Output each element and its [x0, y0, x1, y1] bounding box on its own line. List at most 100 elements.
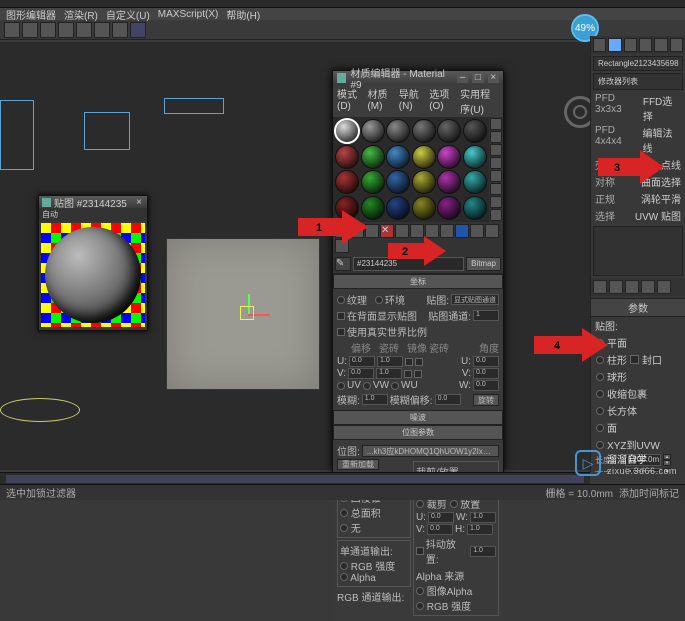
material-slot[interactable]: [437, 119, 461, 143]
modifier-item[interactable]: UVW 贴图: [635, 208, 681, 223]
material-slot[interactable]: [412, 145, 436, 169]
material-slot[interactable]: [437, 145, 461, 169]
u-offset-spinner[interactable]: 0.0: [349, 356, 375, 367]
modifier-item[interactable]: FFD选择: [643, 93, 681, 123]
jitter-checkbox[interactable]: [416, 547, 424, 555]
menu-item[interactable]: 模式(D): [337, 86, 361, 116]
material-slot[interactable]: [463, 145, 487, 169]
blur-offset-spinner[interactable]: 0.0: [435, 394, 461, 405]
v-tile-checkbox[interactable]: [414, 370, 422, 378]
place-radio[interactable]: [450, 500, 458, 508]
axis-xy-handle[interactable]: [240, 306, 254, 320]
material-slot[interactable]: [386, 196, 410, 220]
maptype-radio[interactable]: [596, 407, 604, 415]
material-slot[interactable]: [412, 196, 436, 220]
material-slot[interactable]: [386, 119, 410, 143]
mapping-dropdown[interactable]: 显式贴图通道: [451, 294, 499, 305]
sample-type-icon[interactable]: [490, 118, 502, 130]
menu-item[interactable]: 自定义(U): [106, 7, 150, 22]
go-to-parent-icon[interactable]: [485, 224, 499, 238]
material-type-button[interactable]: Bitmap: [466, 257, 501, 271]
mono-alpha-radio[interactable]: [340, 573, 348, 581]
material-slot[interactable]: [463, 119, 487, 143]
modify-tab-icon[interactable]: [608, 38, 621, 52]
u-mirror-checkbox[interactable]: [405, 358, 413, 366]
modifier-stack[interactable]: [593, 226, 683, 276]
move-gizmo[interactable]: [230, 294, 270, 334]
menu-item[interactable]: 图形编辑器: [6, 7, 56, 22]
preview-icon[interactable]: [490, 183, 502, 195]
sample-uv-icon[interactable]: [490, 157, 502, 169]
maptype-radio[interactable]: [596, 373, 604, 381]
object-wireframe[interactable]: [84, 112, 130, 150]
modifier-item[interactable]: PFD 3x3x3: [595, 93, 643, 123]
cap-checkbox[interactable]: [630, 355, 639, 364]
menu-item[interactable]: 导航(N): [399, 86, 423, 116]
material-slot[interactable]: [335, 170, 359, 194]
v-offset-spinner[interactable]: 0.0: [348, 368, 374, 379]
texture-radio[interactable]: [337, 296, 345, 304]
object-wireframe[interactable]: [164, 98, 224, 114]
toolbar-button[interactable]: [94, 22, 110, 38]
material-slot[interactable]: [437, 170, 461, 194]
reload-button[interactable]: 重新加载: [337, 459, 379, 470]
pin-stack-icon[interactable]: [593, 280, 607, 294]
wu-radio[interactable]: [391, 382, 399, 390]
modifier-item[interactable]: 选择: [595, 208, 615, 223]
vw-radio[interactable]: [363, 382, 371, 390]
blur-spinner[interactable]: 1.0: [362, 394, 388, 405]
material-editor-menubar[interactable]: 模式(D) 材质(M) 导航(N) 选项(O) 实用程序(U): [333, 85, 503, 117]
material-editor-window[interactable]: 材质编辑器 - Material #9 – □ × 模式(D) 材质(M) 导航…: [332, 70, 504, 472]
menu-item[interactable]: 帮助(H): [226, 7, 260, 22]
object-wireframe[interactable]: [0, 398, 80, 422]
window-titlebar[interactable]: 材质编辑器 - Material #9 – □ ×: [333, 71, 503, 85]
crop-radio[interactable]: [416, 500, 424, 508]
alpha-rgb-radio[interactable]: [416, 602, 424, 610]
alpha-image-radio[interactable]: [416, 587, 424, 595]
v-angle-spinner[interactable]: 0.0: [473, 368, 499, 379]
material-slot[interactable]: [412, 170, 436, 194]
material-slot[interactable]: [412, 119, 436, 143]
time-slider[interactable]: [0, 472, 590, 484]
display-tab-icon[interactable]: [654, 38, 667, 52]
u-angle-spinner[interactable]: 0.0: [473, 356, 499, 367]
material-slot[interactable]: [335, 119, 359, 143]
material-slot[interactable]: [361, 170, 385, 194]
toolbar-button[interactable]: [40, 22, 56, 38]
close-icon[interactable]: ×: [488, 73, 499, 83]
create-tab-icon[interactable]: [593, 38, 606, 52]
hierarchy-tab-icon[interactable]: [624, 38, 637, 52]
object-name-field[interactable]: Rectangle2123435698: [593, 56, 683, 71]
menu-item[interactable]: 实用程序(U): [460, 86, 499, 116]
bitmap-preview-window[interactable]: 贴图 #23144235 × 自动: [38, 195, 148, 331]
show-result-icon[interactable]: [609, 280, 623, 294]
rollout-noise[interactable]: 噪波: [333, 410, 503, 425]
filter-sat-radio[interactable]: [340, 509, 348, 517]
toolbar-button[interactable]: [76, 22, 92, 38]
realworld-checkbox[interactable]: [337, 328, 345, 336]
modifier-item[interactable]: 正规: [595, 191, 615, 206]
material-slot[interactable]: [386, 170, 410, 194]
v-tiling-spinner[interactable]: 1.0: [376, 368, 402, 379]
show-in-viewport-icon[interactable]: [455, 224, 469, 238]
menu-item[interactable]: 选项(O): [429, 86, 454, 116]
crop-h-spinner[interactable]: 1.0: [467, 524, 493, 535]
u-tile-checkbox[interactable]: [415, 358, 423, 366]
pick-material-icon[interactable]: ✎: [335, 257, 351, 271]
material-slot[interactable]: [386, 145, 410, 169]
v-mirror-checkbox[interactable]: [404, 370, 412, 378]
bitmap-path-button[interactable]: ...kh3应kDHOMQ1QhUOW1y2IxcH4Pg6ScS3Y.jpeg: [362, 445, 499, 457]
rotate-button[interactable]: 旋转: [473, 394, 499, 406]
material-slots[interactable]: [333, 117, 489, 222]
material-slot[interactable]: [463, 170, 487, 194]
menu-item[interactable]: 渲染(R): [64, 7, 98, 22]
crop-w-spinner[interactable]: 1.0: [470, 512, 496, 523]
rollout-bitmap-params[interactable]: 位图参数: [333, 425, 503, 440]
mono-rgb-radio[interactable]: [340, 562, 348, 570]
u-tiling-spinner[interactable]: 1.0: [377, 356, 403, 367]
background-icon[interactable]: [490, 144, 502, 156]
material-slot[interactable]: [335, 145, 359, 169]
menu-item[interactable]: 材质(M): [367, 86, 392, 116]
channel-spinner[interactable]: 1: [473, 310, 499, 321]
backlight-icon[interactable]: [490, 131, 502, 143]
